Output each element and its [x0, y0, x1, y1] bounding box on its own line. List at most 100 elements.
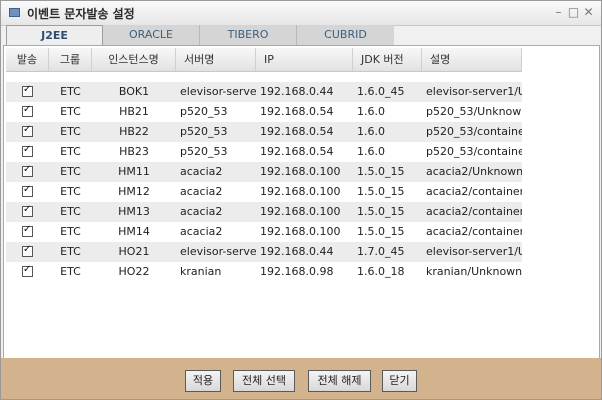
server-cell: p520_53 — [180, 125, 228, 138]
server-cell: kranian — [180, 265, 222, 278]
dialog-window: 이벤트 문자발송 설정 – □ ✕ J2EE ORACLE TIBERO CUB… — [0, 0, 602, 400]
tab-j2ee[interactable]: J2EE — [6, 25, 103, 45]
table-row[interactable]: ✓ ETC HM12 acacia2 192.168.0.100 1.5.0_15 acac… — [6, 182, 522, 202]
column-header-group[interactable]: 그룹 — [49, 48, 92, 72]
group-cell: ETC — [60, 265, 81, 278]
tab-tibero[interactable]: TIBERO — [200, 25, 297, 45]
jdk-cell: 1.5.0_15 — [357, 205, 405, 218]
jdk-cell: 1.6.0 — [357, 145, 385, 158]
table-row[interactable]: ✓ ETC HO22 kranian 192.168.0.98 1.6.0_18 krani… — [6, 262, 522, 282]
send-cell: ✓ — [6, 122, 49, 142]
window-icon — [9, 8, 20, 17]
checkmark-icon: ✓ — [23, 184, 32, 195]
column-header-server[interactable]: 서버명 — [176, 48, 256, 72]
table-row[interactable]: ✓ ETC BOK1 elevisor-server1 192.168.0.44 1.6.… — [6, 82, 522, 102]
instance-cell: BOK1 — [118, 85, 150, 98]
tab-cubrid[interactable]: CUBRID — [297, 25, 394, 45]
ip-cell: 192.168.0.54 — [260, 145, 334, 158]
table-row[interactable]: ✓ ETC HB21 p520_53 192.168.0.54 1.6.0 p520_53/… — [6, 102, 522, 122]
group-cell: ETC — [60, 225, 81, 238]
description-cell: kranian/Unknown ( — [426, 265, 522, 278]
tab-oracle[interactable]: ORACLE — [103, 25, 200, 45]
window-title: 이벤트 문자발송 설정 — [27, 7, 135, 21]
checkmark-icon: ✓ — [23, 104, 32, 115]
jdk-cell: 1.5.0_15 — [357, 225, 405, 238]
table-row[interactable]: ✓ ETC HO21 elevisor-server1 192.168.0.44 1.7.… — [6, 242, 522, 262]
checkmark-icon: ✓ — [23, 164, 32, 175]
description-cell: p520_53/container2 — [426, 125, 522, 138]
ip-cell: 192.168.0.54 — [260, 105, 334, 118]
column-header-instance[interactable]: 인스턴스명 — [92, 48, 176, 72]
title-bar[interactable]: 이벤트 문자발송 설정 – □ ✕ — [1, 1, 601, 26]
apply-button[interactable]: 적용 — [185, 370, 221, 392]
description-cell: p520_53/container3 — [426, 145, 522, 158]
footer-bar: 적용 전체 선택 전체 해제 닫기 — [1, 358, 601, 399]
window-controls: – □ ✕ — [552, 4, 595, 20]
description-cell: acacia2/container3 — [426, 205, 522, 218]
server-cell: acacia2 — [180, 225, 223, 238]
send-cell: ✓ — [6, 262, 49, 282]
table-row[interactable]: ✓ ETC HM11 acacia2 192.168.0.100 1.5.0_15 acac… — [6, 162, 522, 182]
table-row[interactable]: ✓ ETC HB23 p520_53 192.168.0.54 1.6.0 p520_53/… — [6, 142, 522, 162]
group-cell: ETC — [60, 85, 81, 98]
instance-cell: HM14 — [118, 225, 150, 238]
send-checkbox[interactable]: ✓ — [22, 204, 33, 217]
instance-cell: HB21 — [119, 105, 149, 118]
group-cell: ETC — [60, 125, 81, 138]
send-checkbox[interactable]: ✓ — [22, 224, 33, 237]
send-cell: ✓ — [6, 162, 49, 182]
ip-cell: 192.168.0.44 — [260, 245, 334, 258]
column-header-ip[interactable]: IP — [256, 48, 353, 72]
send-checkbox[interactable]: ✓ — [22, 104, 33, 117]
checkmark-icon: ✓ — [23, 144, 32, 155]
server-cell: acacia2 — [180, 165, 223, 178]
checkmark-icon: ✓ — [23, 244, 32, 255]
ip-cell: 192.168.0.100 — [260, 165, 341, 178]
close-button[interactable]: 닫기 — [382, 370, 417, 392]
instance-cell: HM13 — [118, 205, 150, 218]
description-cell: p520_53/Unknown — [426, 105, 522, 118]
jdk-cell: 1.6.0 — [357, 105, 385, 118]
table-row[interactable]: ✓ ETC HM13 acacia2 192.168.0.100 1.5.0_15 acac… — [6, 202, 522, 222]
group-cell: ETC — [60, 105, 81, 118]
instance-grid: 발송 그룹 인스턴스명 서버명 IP JDK 버전 설명 ✓ ETC BOK1 ele… — [3, 45, 600, 360]
instance-cell: HB22 — [119, 125, 149, 138]
deselect-all-button[interactable]: 전체 해제 — [308, 370, 371, 392]
column-header-description[interactable]: 설명 — [422, 48, 522, 72]
close-icon[interactable]: ✕ — [582, 4, 595, 20]
select-all-button[interactable]: 전체 선택 — [233, 370, 295, 392]
send-checkbox[interactable]: ✓ — [22, 164, 33, 177]
instance-cell: HB23 — [119, 145, 149, 158]
jdk-cell: 1.6.0 — [357, 125, 385, 138]
send-cell: ✓ — [6, 242, 49, 262]
ip-cell: 192.168.0.54 — [260, 125, 334, 138]
group-cell: ETC — [60, 145, 81, 158]
send-checkbox[interactable]: ✓ — [22, 124, 33, 137]
column-header-jdk[interactable]: JDK 버전 — [353, 48, 422, 72]
send-checkbox[interactable]: ✓ — [22, 144, 33, 157]
jdk-cell: 1.6.0_18 — [357, 265, 405, 278]
jdk-cell: 1.6.0_45 — [357, 85, 405, 98]
send-cell: ✓ — [6, 82, 49, 102]
send-checkbox[interactable]: ✓ — [22, 184, 33, 197]
jdk-cell: 1.7.0_45 — [357, 245, 405, 258]
send-cell: ✓ — [6, 142, 49, 162]
ip-cell: 192.168.0.100 — [260, 225, 341, 238]
group-cell: ETC — [60, 165, 81, 178]
server-cell: acacia2 — [180, 205, 223, 218]
server-cell: p520_53 — [180, 105, 228, 118]
instance-cell: HO22 — [118, 265, 150, 278]
send-checkbox[interactable]: ✓ — [22, 264, 33, 277]
instance-cell: HO21 — [118, 245, 150, 258]
column-header-send[interactable]: 발송 — [6, 48, 49, 72]
server-cell: acacia2 — [180, 185, 223, 198]
group-cell: ETC — [60, 245, 81, 258]
send-checkbox[interactable]: ✓ — [22, 84, 33, 97]
minimize-icon[interactable]: – — [552, 4, 565, 20]
maximize-icon[interactable]: □ — [567, 4, 580, 20]
grid-header: 발송 그룹 인스턴스명 서버명 IP JDK 버전 설명 — [6, 48, 522, 72]
send-checkbox[interactable]: ✓ — [22, 244, 33, 257]
table-row[interactable]: ✓ ETC HB22 p520_53 192.168.0.54 1.6.0 p520_53/… — [6, 122, 522, 142]
instance-cell: HM12 — [118, 185, 150, 198]
table-row[interactable]: ✓ ETC HM14 acacia2 192.168.0.100 1.5.0_15 acac… — [6, 222, 522, 242]
